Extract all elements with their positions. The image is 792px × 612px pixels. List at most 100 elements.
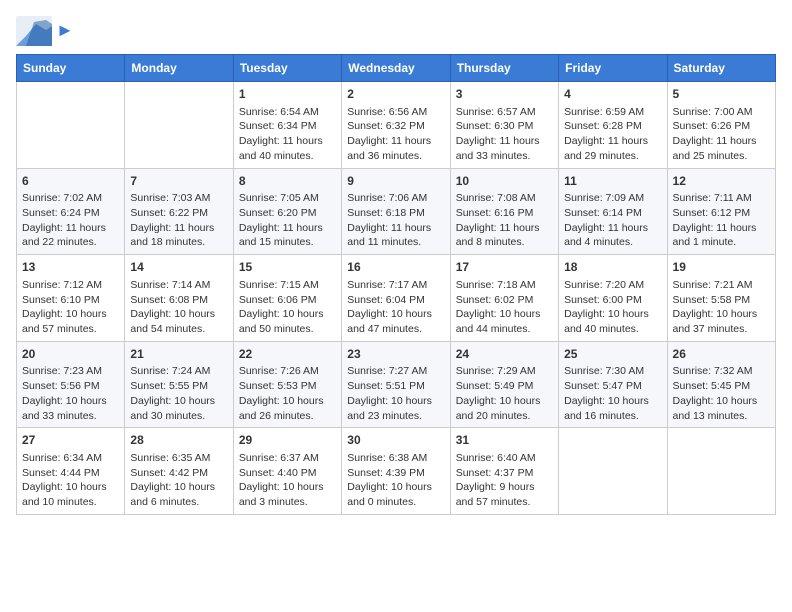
calendar-cell: 27 Sunrise: 6:34 AM Sunset: 4:44 PM Dayli… — [17, 428, 125, 515]
day-number: 19 — [673, 259, 770, 276]
day-number: 16 — [347, 259, 444, 276]
calendar-week-row: 6Sunrise: 7:02 AM Sunset: 6:24 PM Daylig… — [17, 168, 776, 255]
calendar-cell: 13 Sunrise: 7:12 AM Sunset: 6:10 PM Dayli… — [17, 255, 125, 342]
day-info: Sunrise: 7:00 AM Sunset: 6:26 PM Dayligh… — [673, 105, 770, 164]
calendar-week-row: 13 Sunrise: 7:12 AM Sunset: 6:10 PM Dayli… — [17, 255, 776, 342]
day-number: 28 — [130, 432, 227, 449]
calendar-cell: 28 Sunrise: 6:35 AM Sunset: 4:42 PM Dayli… — [125, 428, 233, 515]
logo-text: ► — [56, 21, 74, 41]
calendar-cell: 30 Sunrise: 6:38 AM Sunset: 4:39 PM Dayli… — [342, 428, 450, 515]
weekday-header: Sunday — [17, 55, 125, 82]
day-info: Sunrise: 7:26 AM Sunset: 5:53 PM Dayligh… — [239, 364, 336, 423]
calendar-week-row: 20Sunrise: 7:23 AM Sunset: 5:56 PM Dayli… — [17, 341, 776, 428]
calendar-cell — [559, 428, 667, 515]
day-info: Sunrise: 7:09 AM Sunset: 6:14 PM Dayligh… — [564, 191, 661, 250]
day-number: 4 — [564, 86, 661, 103]
calendar-cell: 29Sunrise: 6:37 AM Sunset: 4:40 PM Dayli… — [233, 428, 341, 515]
calendar-cell: 23Sunrise: 7:27 AM Sunset: 5:51 PM Dayli… — [342, 341, 450, 428]
day-info: Sunrise: 6:59 AM Sunset: 6:28 PM Dayligh… — [564, 105, 661, 164]
calendar-cell: 8Sunrise: 7:05 AM Sunset: 6:20 PM Daylig… — [233, 168, 341, 255]
calendar-cell: 2Sunrise: 6:56 AM Sunset: 6:32 PM Daylig… — [342, 82, 450, 169]
day-number: 13 — [22, 259, 119, 276]
day-number: 14 — [130, 259, 227, 276]
day-info: Sunrise: 7:14 AM Sunset: 6:08 PM Dayligh… — [130, 278, 227, 337]
day-number: 5 — [673, 86, 770, 103]
calendar-week-row: 1Sunrise: 6:54 AM Sunset: 6:34 PM Daylig… — [17, 82, 776, 169]
calendar-cell: 10Sunrise: 7:08 AM Sunset: 6:16 PM Dayli… — [450, 168, 558, 255]
day-number: 23 — [347, 346, 444, 363]
calendar-week-row: 27 Sunrise: 6:34 AM Sunset: 4:44 PM Dayli… — [17, 428, 776, 515]
calendar-cell: 7Sunrise: 7:03 AM Sunset: 6:22 PM Daylig… — [125, 168, 233, 255]
day-info: Sunrise: 6:57 AM Sunset: 6:30 PM Dayligh… — [456, 105, 553, 164]
calendar-cell: 11Sunrise: 7:09 AM Sunset: 6:14 PM Dayli… — [559, 168, 667, 255]
calendar-table: SundayMondayTuesdayWednesdayThursdayFrid… — [16, 54, 776, 515]
weekday-header: Monday — [125, 55, 233, 82]
day-info: Sunrise: 7:18 AM Sunset: 6:02 PM Dayligh… — [456, 278, 553, 337]
day-number: 11 — [564, 173, 661, 190]
day-info: Sunrise: 7:11 AM Sunset: 6:12 PM Dayligh… — [673, 191, 770, 250]
weekday-header: Friday — [559, 55, 667, 82]
day-number: 15 — [239, 259, 336, 276]
page-header: ► — [16, 16, 776, 46]
day-number: 3 — [456, 86, 553, 103]
calendar-cell: 3 Sunrise: 6:57 AM Sunset: 6:30 PM Daylig… — [450, 82, 558, 169]
weekday-header: Thursday — [450, 55, 558, 82]
calendar-cell: 14 Sunrise: 7:14 AM Sunset: 6:08 PM Dayli… — [125, 255, 233, 342]
calendar-cell: 21Sunrise: 7:24 AM Sunset: 5:55 PM Dayli… — [125, 341, 233, 428]
day-info: Sunrise: 7:06 AM Sunset: 6:18 PM Dayligh… — [347, 191, 444, 250]
day-info: Sunrise: 6:40 AM Sunset: 4:37 PM Dayligh… — [456, 451, 553, 510]
day-number: 12 — [673, 173, 770, 190]
day-number: 27 — [22, 432, 119, 449]
day-info: Sunrise: 7:20 AM Sunset: 6:00 PM Dayligh… — [564, 278, 661, 337]
day-info: Sunrise: 7:15 AM Sunset: 6:06 PM Dayligh… — [239, 278, 336, 337]
day-number: 6 — [22, 173, 119, 190]
day-number: 20 — [22, 346, 119, 363]
day-number: 24 — [456, 346, 553, 363]
calendar-cell: 26Sunrise: 7:32 AM Sunset: 5:45 PM Dayli… — [667, 341, 775, 428]
logo-icon — [16, 16, 52, 46]
day-info: Sunrise: 7:23 AM Sunset: 5:56 PM Dayligh… — [22, 364, 119, 423]
day-number: 21 — [130, 346, 227, 363]
day-info: Sunrise: 7:08 AM Sunset: 6:16 PM Dayligh… — [456, 191, 553, 250]
day-number: 18 — [564, 259, 661, 276]
day-info: Sunrise: 6:35 AM Sunset: 4:42 PM Dayligh… — [130, 451, 227, 510]
calendar-cell: 17Sunrise: 7:18 AM Sunset: 6:02 PM Dayli… — [450, 255, 558, 342]
calendar-cell: 6Sunrise: 7:02 AM Sunset: 6:24 PM Daylig… — [17, 168, 125, 255]
day-info: Sunrise: 7:12 AM Sunset: 6:10 PM Dayligh… — [22, 278, 119, 337]
calendar-cell: 24Sunrise: 7:29 AM Sunset: 5:49 PM Dayli… — [450, 341, 558, 428]
day-number: 8 — [239, 173, 336, 190]
calendar-cell: 16Sunrise: 7:17 AM Sunset: 6:04 PM Dayli… — [342, 255, 450, 342]
calendar-cell: 20Sunrise: 7:23 AM Sunset: 5:56 PM Dayli… — [17, 341, 125, 428]
day-number: 25 — [564, 346, 661, 363]
calendar-cell — [125, 82, 233, 169]
weekday-header: Saturday — [667, 55, 775, 82]
day-info: Sunrise: 7:03 AM Sunset: 6:22 PM Dayligh… — [130, 191, 227, 250]
day-info: Sunrise: 7:32 AM Sunset: 5:45 PM Dayligh… — [673, 364, 770, 423]
calendar-cell — [17, 82, 125, 169]
logo: ► — [16, 16, 74, 46]
day-number: 31 — [456, 432, 553, 449]
day-number: 10 — [456, 173, 553, 190]
calendar-cell: 4 Sunrise: 6:59 AM Sunset: 6:28 PM Daylig… — [559, 82, 667, 169]
calendar-cell — [667, 428, 775, 515]
calendar-cell: 31 Sunrise: 6:40 AM Sunset: 4:37 PM Dayli… — [450, 428, 558, 515]
day-number: 7 — [130, 173, 227, 190]
calendar-cell: 22Sunrise: 7:26 AM Sunset: 5:53 PM Dayli… — [233, 341, 341, 428]
calendar-cell: 19 Sunrise: 7:21 AM Sunset: 5:58 PM Dayli… — [667, 255, 775, 342]
day-number: 30 — [347, 432, 444, 449]
day-info: Sunrise: 7:21 AM Sunset: 5:58 PM Dayligh… — [673, 278, 770, 337]
day-info: Sunrise: 7:05 AM Sunset: 6:20 PM Dayligh… — [239, 191, 336, 250]
logo-flag-icon: ► — [56, 20, 74, 40]
day-info: Sunrise: 7:29 AM Sunset: 5:49 PM Dayligh… — [456, 364, 553, 423]
day-info: Sunrise: 7:24 AM Sunset: 5:55 PM Dayligh… — [130, 364, 227, 423]
day-number: 22 — [239, 346, 336, 363]
day-number: 9 — [347, 173, 444, 190]
day-info: Sunrise: 6:34 AM Sunset: 4:44 PM Dayligh… — [22, 451, 119, 510]
day-info: Sunrise: 7:27 AM Sunset: 5:51 PM Dayligh… — [347, 364, 444, 423]
weekday-header: Wednesday — [342, 55, 450, 82]
day-info: Sunrise: 6:38 AM Sunset: 4:39 PM Dayligh… — [347, 451, 444, 510]
day-number: 2 — [347, 86, 444, 103]
day-info: Sunrise: 7:30 AM Sunset: 5:47 PM Dayligh… — [564, 364, 661, 423]
calendar-cell: 25Sunrise: 7:30 AM Sunset: 5:47 PM Dayli… — [559, 341, 667, 428]
calendar-cell: 9Sunrise: 7:06 AM Sunset: 6:18 PM Daylig… — [342, 168, 450, 255]
